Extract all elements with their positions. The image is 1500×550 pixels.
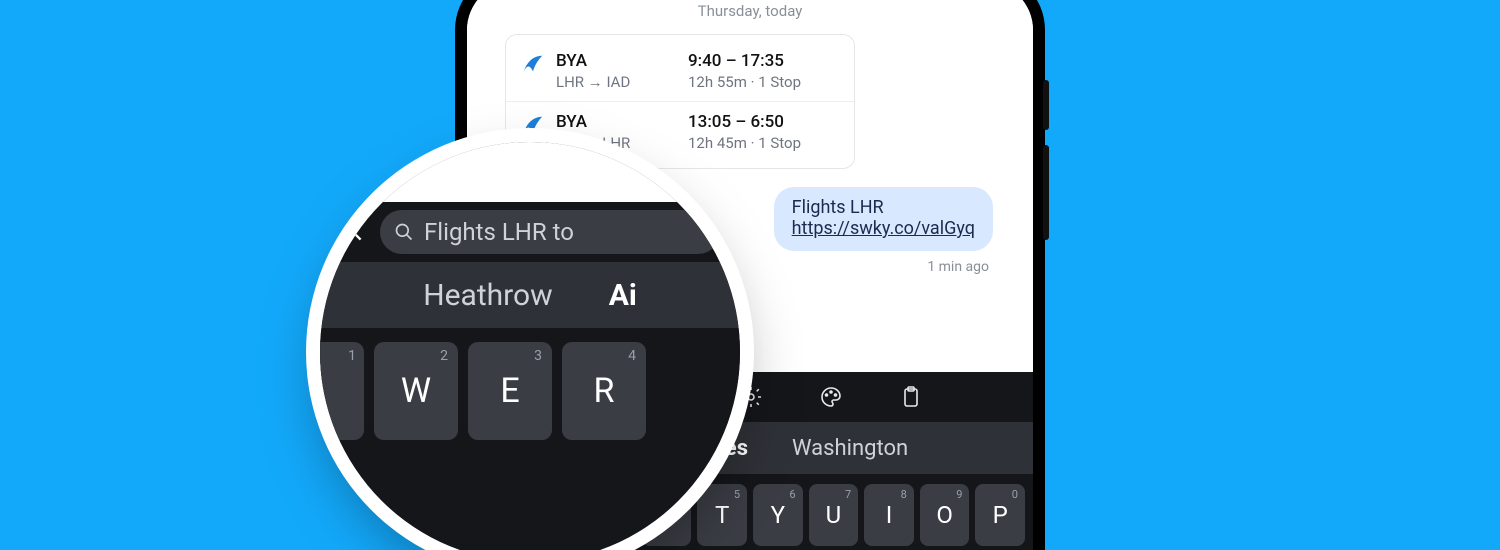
flight-details: 12h 45m · 1 Stop	[688, 134, 838, 152]
search-input[interactable]: Flights LHR to	[380, 210, 720, 254]
key-o[interactable]: 9O	[920, 484, 970, 546]
clipboard-icon[interactable]	[899, 385, 923, 409]
search-input-text: Flights LHR to	[424, 218, 574, 246]
flight-details: 12h 55m · 1 Stop	[688, 73, 838, 91]
key-e[interactable]: 3E	[468, 342, 552, 440]
airline-wing-icon	[522, 114, 544, 136]
key-w[interactable]: 2W	[374, 342, 458, 440]
key-p[interactable]: 0P	[975, 484, 1025, 546]
search-icon	[394, 222, 414, 242]
suggestion[interactable]: Heathrow	[423, 278, 553, 313]
suggestion[interactable]: Ai	[609, 278, 637, 313]
palette-icon[interactable]	[819, 385, 843, 409]
airline-code: BYA	[556, 112, 676, 132]
airline-wing-icon	[522, 53, 544, 75]
date-separator: Thursday, today	[698, 2, 803, 20]
key-y[interactable]: 6Y	[753, 484, 803, 546]
message-timestamp: 1 min ago	[927, 259, 989, 275]
phone-side-button	[1043, 80, 1049, 130]
flight-segment[interactable]: BYA LHR → IAD 9:40 – 17:35 12h 55m · 1 S…	[506, 41, 854, 101]
message-link[interactable]: https://swky.co/valGyq	[792, 218, 975, 239]
flight-times: 9:40 – 17:35	[688, 51, 838, 71]
magnifier-lens: Flights LHR to Heathrow Ai 1 2W 3E 4R	[320, 142, 740, 550]
settings-gear-icon[interactable]	[739, 385, 763, 409]
phone-side-button	[1043, 145, 1049, 240]
keyboard-search-bar: Flights LHR to	[320, 202, 740, 262]
key-r[interactable]: 4R	[562, 342, 646, 440]
key-t[interactable]: 5T	[697, 484, 747, 546]
key-q[interactable]: 1	[320, 342, 364, 440]
outgoing-message[interactable]: Flights LHR https://swky.co/valGyq	[774, 187, 993, 251]
flight-times: 13:05 – 6:50	[688, 112, 838, 132]
key-i[interactable]: 8I	[864, 484, 914, 546]
key-u[interactable]: 7U	[809, 484, 859, 546]
suggestion[interactable]: Washington	[792, 436, 908, 461]
message-title: Flights LHR	[792, 197, 975, 218]
keyboard-suggestion-bar: Heathrow Ai	[320, 262, 740, 328]
airline-code: BYA	[556, 51, 676, 71]
route: LHR → IAD	[556, 73, 676, 91]
close-icon[interactable]	[340, 219, 366, 245]
